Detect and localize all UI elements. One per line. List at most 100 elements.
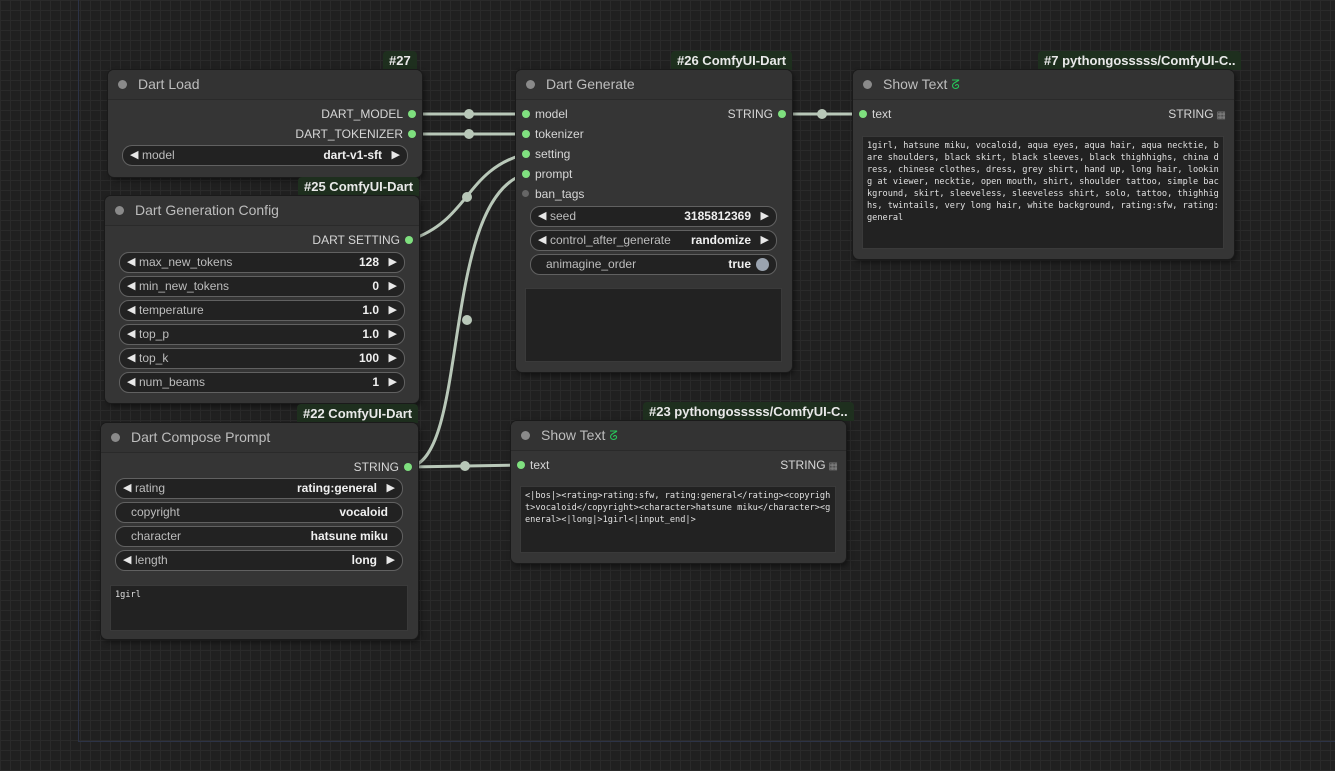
wire-reroute-dot[interactable]: [462, 315, 472, 325]
node-title-bar[interactable]: Dart Load: [108, 70, 422, 100]
collapse-dot[interactable]: [521, 431, 530, 440]
decrement-arrow-icon[interactable]: ◀: [127, 253, 135, 272]
node-dart-generate[interactable]: Dart Generate model tokenizer setting pr…: [516, 70, 792, 372]
increment-arrow-icon[interactable]: ▶: [387, 479, 395, 498]
node-title-bar[interactable]: Show Text ᘔ: [853, 70, 1234, 100]
increment-arrow-icon[interactable]: ▶: [389, 325, 397, 344]
model-combo-widget[interactable]: ◀ model dart-v1-sft ▶: [122, 145, 408, 166]
node-title-bar[interactable]: Dart Compose Prompt: [101, 423, 418, 453]
top-p-widget[interactable]: ◀ top_p 1.0 ▶: [119, 324, 405, 345]
slot-connector[interactable]: [522, 110, 530, 118]
decrement-arrow-icon[interactable]: ◀: [127, 325, 135, 344]
output-slot-string[interactable]: STRING: [354, 457, 418, 477]
wire-reroute-dot[interactable]: [464, 129, 474, 139]
output-slot-string[interactable]: STRING ▦: [1168, 104, 1234, 124]
output-slot-string[interactable]: STRING ▦: [780, 455, 846, 475]
control-after-generate-combo[interactable]: ◀ control_after_generate randomize ▶: [530, 230, 777, 251]
input-slot-model[interactable]: model: [516, 104, 568, 124]
increment-arrow-icon[interactable]: ▶: [761, 207, 769, 226]
slot-label: DART_MODEL: [321, 107, 403, 121]
increment-arrow-icon[interactable]: ▶: [389, 301, 397, 320]
prompt-text-area[interactable]: 1girl: [110, 585, 408, 631]
slot-connector[interactable]: [522, 190, 529, 197]
input-slot-prompt[interactable]: prompt: [516, 164, 572, 184]
wire-reroute-dot[interactable]: [817, 109, 827, 119]
node-title-bar[interactable]: Dart Generate: [516, 70, 792, 100]
decrement-arrow-icon[interactable]: ◀: [538, 231, 546, 250]
top-k-widget[interactable]: ◀ top_k 100 ▶: [119, 348, 405, 369]
rating-combo-widget[interactable]: ◀ rating rating:general ▶: [115, 478, 403, 499]
grid-icon[interactable]: ▦: [829, 461, 838, 472]
decrement-arrow-icon[interactable]: ◀: [123, 479, 131, 498]
output-slot-dart-setting[interactable]: DART SETTING: [312, 230, 419, 250]
widget-label: copyright: [131, 505, 180, 519]
output-slot-dart-tokenizer[interactable]: DART_TOKENIZER: [295, 124, 422, 144]
increment-arrow-icon[interactable]: ▶: [389, 373, 397, 392]
collapse-dot[interactable]: [863, 80, 872, 89]
slot-connector[interactable]: [408, 110, 416, 118]
slot-connector[interactable]: [404, 463, 412, 471]
slot-connector[interactable]: [405, 236, 413, 244]
decrement-arrow-icon[interactable]: ◀: [130, 146, 138, 165]
widget-label: top_k: [139, 351, 169, 365]
seed-number-widget[interactable]: ◀ seed 3185812369 ▶: [530, 206, 777, 227]
slot-label: text: [530, 458, 550, 472]
wire-reroute-dot[interactable]: [462, 192, 472, 202]
increment-arrow-icon[interactable]: ▶: [389, 349, 397, 368]
toggle-knob[interactable]: [756, 258, 769, 271]
max-new-tokens-widget[interactable]: ◀ max_new_tokens 128 ▶: [119, 252, 405, 273]
node-title: Show Text: [883, 76, 948, 92]
decrement-arrow-icon[interactable]: ◀: [127, 373, 135, 392]
node-title: Dart Load: [138, 76, 200, 92]
increment-arrow-icon[interactable]: ▶: [387, 551, 395, 570]
widget-value: dart-v1-sft: [323, 148, 382, 162]
node-show-text-7[interactable]: Show Text ᘔ text STRING ▦ 1girl, hatsune m…: [853, 70, 1234, 259]
output-slot-string[interactable]: STRING: [728, 104, 792, 124]
increment-arrow-icon[interactable]: ▶: [761, 231, 769, 250]
copyright-text-widget[interactable]: copyright vocaloid: [115, 502, 403, 523]
length-combo-widget[interactable]: ◀ length long ▶: [115, 550, 403, 571]
node-dart-generation-config[interactable]: Dart Generation Config DART SETTING ◀ ma…: [105, 196, 419, 403]
node-dart-load[interactable]: Dart Load DART_MODEL DART_TOKENIZER ◀ mo…: [108, 70, 422, 177]
collapse-dot[interactable]: [526, 80, 535, 89]
increment-arrow-icon[interactable]: ▶: [392, 146, 400, 165]
node-show-text-23[interactable]: Show Text ᘔ text STRING ▦ <|bos|><rating>r…: [511, 421, 846, 563]
increment-arrow-icon[interactable]: ▶: [389, 277, 397, 296]
input-slot-text[interactable]: text: [853, 104, 891, 124]
num-beams-widget[interactable]: ◀ num_beams 1 ▶: [119, 372, 405, 393]
wire-reroute-dot[interactable]: [460, 461, 470, 471]
input-slot-tokenizer[interactable]: tokenizer: [516, 124, 584, 144]
decrement-arrow-icon[interactable]: ◀: [123, 551, 131, 570]
node-title-bar[interactable]: Dart Generation Config: [105, 196, 419, 226]
decrement-arrow-icon[interactable]: ◀: [127, 301, 135, 320]
input-slot-text[interactable]: text: [511, 455, 549, 475]
slot-connector[interactable]: [408, 130, 416, 138]
collapse-dot[interactable]: [118, 80, 127, 89]
input-slot-setting[interactable]: setting: [516, 144, 570, 164]
slot-connector[interactable]: [517, 461, 525, 469]
min-new-tokens-widget[interactable]: ◀ min_new_tokens 0 ▶: [119, 276, 405, 297]
character-text-widget[interactable]: character hatsune miku: [115, 526, 403, 547]
slot-connector[interactable]: [859, 110, 867, 118]
temperature-widget[interactable]: ◀ temperature 1.0 ▶: [119, 300, 405, 321]
node-title: Dart Compose Prompt: [131, 429, 271, 445]
slot-connector[interactable]: [778, 110, 786, 118]
slot-connector[interactable]: [522, 170, 530, 178]
output-text-area[interactable]: <|bos|><rating>rating:sfw, rating:genera…: [520, 486, 836, 553]
increment-arrow-icon[interactable]: ▶: [389, 253, 397, 272]
decrement-arrow-icon[interactable]: ◀: [127, 349, 135, 368]
slot-connector[interactable]: [522, 150, 530, 158]
decrement-arrow-icon[interactable]: ◀: [538, 207, 546, 226]
collapse-dot[interactable]: [115, 206, 124, 215]
node-title-bar[interactable]: Show Text ᘔ: [511, 421, 846, 451]
animagine-order-toggle[interactable]: animagine_order true: [530, 254, 777, 275]
slot-connector[interactable]: [522, 130, 530, 138]
grid-icon[interactable]: ▦: [1217, 110, 1226, 121]
node-dart-compose-prompt[interactable]: Dart Compose Prompt STRING ◀ rating rati…: [101, 423, 418, 639]
decrement-arrow-icon[interactable]: ◀: [127, 277, 135, 296]
output-slot-dart-model[interactable]: DART_MODEL: [321, 104, 422, 124]
output-text-area[interactable]: 1girl, hatsune miku, vocaloid, aqua eyes…: [862, 136, 1224, 249]
collapse-dot[interactable]: [111, 433, 120, 442]
wire-reroute-dot[interactable]: [464, 109, 474, 119]
input-slot-ban-tags[interactable]: ban_tags: [516, 184, 584, 204]
